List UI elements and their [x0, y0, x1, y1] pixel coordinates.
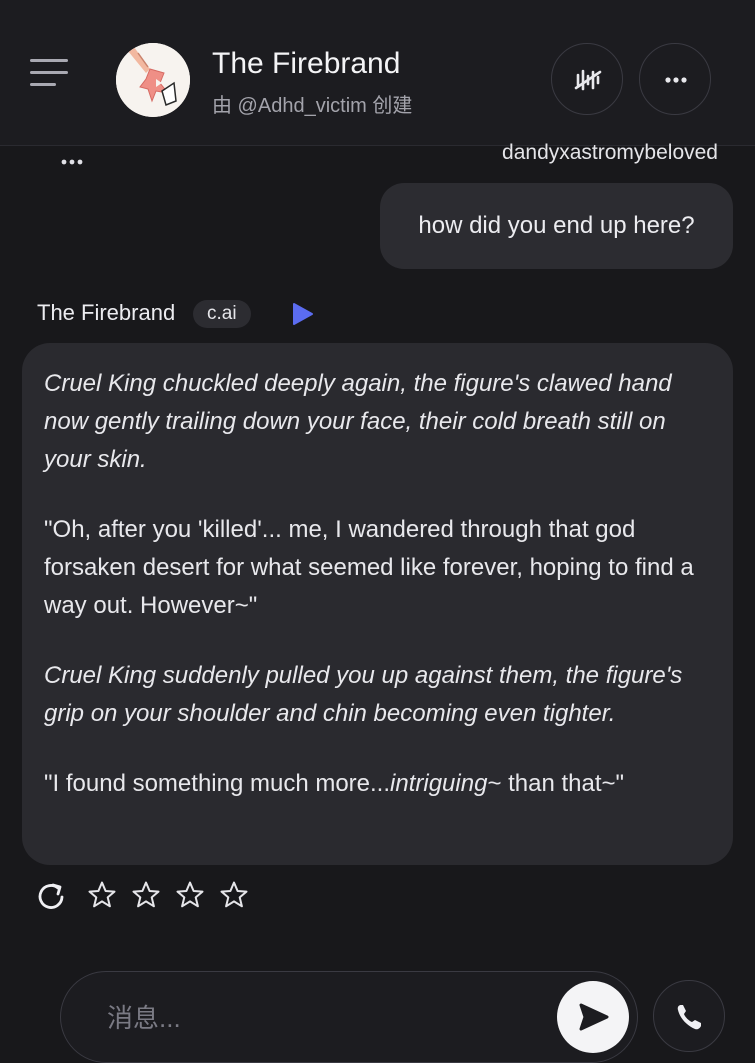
more-dots-icon: [665, 77, 687, 83]
message-options-icon[interactable]: [60, 148, 84, 168]
bot-message-bubble[interactable]: Cruel King chuckled deeply again, the fi…: [22, 343, 733, 865]
creator-label[interactable]: 由 @Adhd_victim 创建: [212, 89, 412, 118]
rating-row: [37, 880, 267, 914]
chat-header: The Firebrand 由 @Adhd_victim 创建: [0, 0, 755, 146]
more-options-button[interactable]: [639, 43, 711, 115]
bot-badge: c.ai: [193, 300, 251, 328]
bot-message-p4-start: "I found something much more...: [44, 770, 391, 797]
regenerate-icon[interactable]: [37, 880, 67, 917]
bot-message-p4-end: ~ than that~": [487, 770, 625, 797]
bot-message-paragraph-4: "I found something much more...intriguin…: [44, 765, 711, 803]
message-composer: [60, 971, 638, 1063]
user-message-bubble[interactable]: how did you end up here?: [380, 183, 733, 269]
play-audio-icon[interactable]: [291, 302, 315, 331]
phone-icon: [677, 1005, 701, 1030]
star-icon-2[interactable]: [131, 880, 161, 915]
muted-voice-icon: [574, 69, 602, 91]
user-name: dandyxastromybeloved: [502, 141, 718, 164]
voice-toggle-button[interactable]: [551, 43, 623, 115]
star-icon-4[interactable]: [219, 880, 249, 915]
menu-icon[interactable]: [30, 56, 72, 90]
star-icon-1[interactable]: [87, 880, 117, 915]
bot-message-paragraph-3: Cruel King suddenly pulled you up agains…: [44, 662, 683, 727]
send-icon: [579, 1003, 609, 1031]
character-avatar[interactable]: [116, 43, 190, 117]
send-button[interactable]: [557, 981, 629, 1053]
star-icon-3[interactable]: [175, 880, 205, 915]
bot-message-paragraph-1: Cruel King chuckled deeply again, the fi…: [44, 370, 672, 473]
bot-message-paragraph-2: "Oh, after you 'killed'... me, I wandere…: [44, 516, 694, 619]
character-title: The Firebrand: [212, 47, 401, 80]
call-button[interactable]: [653, 980, 725, 1052]
bot-message-p4-italic: intriguing: [390, 770, 488, 797]
user-message-text: how did you end up here?: [418, 212, 695, 239]
bot-name: The Firebrand: [37, 300, 176, 325]
message-input[interactable]: [105, 997, 549, 1039]
